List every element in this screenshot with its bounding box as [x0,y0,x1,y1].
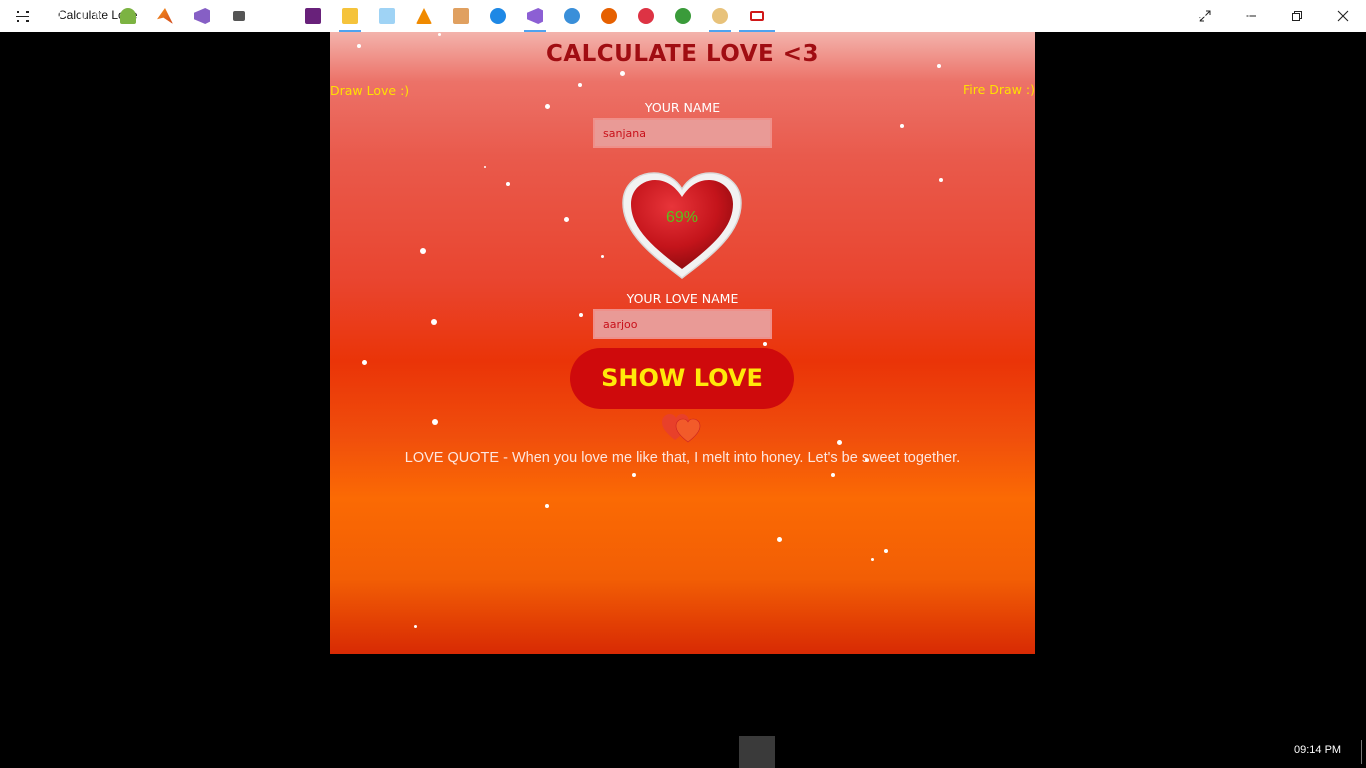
love-percentage: 69% [665,209,699,226]
snow-particle [420,248,426,254]
restore-button[interactable] [1274,0,1320,32]
store-icon[interactable] [265,5,287,27]
notification-icon[interactable] [1262,9,1278,26]
snow-particle [632,473,636,477]
notepad-icon[interactable] [376,5,398,27]
paint-icon[interactable] [709,5,731,32]
close-icon [1337,10,1349,22]
battery-icon[interactable] [1214,9,1230,24]
snow-particle [831,473,835,477]
active-app-highlight [739,736,775,768]
love-quote: LOVE QUOTE - When you love me like that,… [404,450,961,466]
visual-studio-purple-icon[interactable] [302,5,324,27]
android-studio-icon[interactable] [117,5,139,27]
snow-particle [871,558,874,561]
matlab-icon[interactable] [154,5,176,27]
snow-particle [545,504,549,508]
wifi-icon[interactable] [1192,9,1206,26]
snow-particle [763,342,767,346]
love-meter-heart: 69% [620,170,744,283]
snow-particle [837,440,842,445]
windows-start-icon[interactable] [7,5,29,27]
snow-particle [438,33,441,36]
snow-particle [362,360,367,365]
tools-icon[interactable] [450,5,472,27]
restore-icon [1292,11,1302,21]
snow-particle [432,419,438,425]
twin-hearts-icon [662,414,701,443]
show-desktop-button[interactable] [1361,740,1362,764]
taskbar [0,736,1366,768]
snow-particle [414,625,417,628]
visual-studio-icon[interactable] [191,5,213,27]
snow-particle [777,537,782,542]
snow-particle [884,549,888,553]
your-name-input[interactable] [593,118,772,148]
firefox-icon[interactable] [598,5,620,27]
vlc-icon[interactable] [413,5,435,27]
draw-love-link[interactable]: Draw Love :) [330,83,409,98]
snow-particle [620,71,625,76]
app-earth-icon[interactable] [672,5,694,27]
app-canvas: CALCULATE LOVE <3 Draw Love :) Fire Draw… [330,32,1035,654]
snow-particle [601,255,604,258]
app-gear-icon[interactable] [635,5,657,27]
your-name-label: YOUR NAME [644,100,721,115]
your-love-name-input[interactable] [593,309,772,339]
snow-particle [939,178,943,182]
visual-studio-code-icon[interactable] [524,5,546,32]
file-explorer-icon[interactable] [339,5,361,32]
your-love-name-label: YOUR LOVE NAME [626,291,739,306]
calculate-love-app-icon[interactable] [739,5,775,32]
search-icon[interactable] [43,5,65,27]
snow-particle [578,83,582,87]
page-title: CALCULATE LOVE <3 [545,41,820,67]
fire-draw-link[interactable]: Fire Draw :) [963,82,1035,97]
media-player-icon[interactable] [228,5,250,27]
edge-icon[interactable] [487,5,509,27]
show-love-button[interactable]: SHOW LOVE [570,348,794,409]
close-button[interactable] [1320,0,1366,32]
snow-particle [579,313,583,317]
taskbar-clock[interactable]: 09:14 PM [1294,744,1341,756]
chevron-up-icon[interactable] [1168,9,1180,24]
task-view-icon[interactable] [79,5,101,27]
snow-particle [506,182,510,186]
snow-particle [900,124,904,128]
snow-particle [431,319,437,325]
snow-particle [484,166,486,168]
volume-icon[interactable] [1238,9,1252,26]
snow-particle [564,217,569,222]
app-globe-icon[interactable] [561,5,583,27]
